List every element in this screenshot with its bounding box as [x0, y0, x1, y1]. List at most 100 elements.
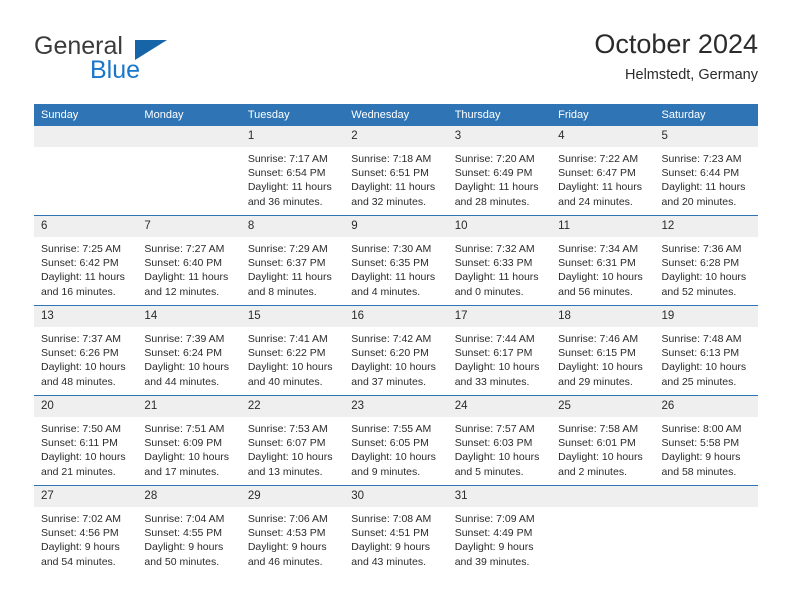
- day-number: 18: [551, 306, 655, 327]
- sunrise-time: Sunrise: 7:37 AM: [41, 333, 121, 345]
- sunset-time: Sunset: 4:55 PM: [144, 527, 223, 540]
- day-number: 2: [344, 126, 448, 147]
- daylight-duration-line2: and 0 minutes.: [454, 285, 524, 298]
- sunset-time: Sunset: 6:51 PM: [351, 167, 429, 180]
- calendar-day-cell[interactable]: 2 Sunrise: 7:18 AM Sunset: 6:51 PM Daylight…: [344, 126, 448, 216]
- calendar-day-cell[interactable]: 18 Sunrise: 7:46 AM Sunset: 6:15 PM Dayligh…: [551, 305, 655, 396]
- day-number: 4: [551, 126, 655, 147]
- day-details: Sunrise: 7:36 AM Sunset: 6:28 PM Daylight:…: [655, 237, 758, 299]
- day-number: 28: [137, 486, 241, 507]
- calendar-day-cell[interactable]: 4 Sunrise: 7:22 AM Sunset: 6:47 PM Daylight…: [551, 126, 655, 216]
- sunset-time: Sunset: 6:13 PM: [661, 347, 740, 360]
- day-number: 29: [240, 486, 345, 507]
- calendar-day-cell[interactable]: 16 Sunrise: 7:42 AM Sunset: 6:20 PM Dayligh…: [344, 305, 448, 396]
- calendar-day-cell[interactable]: 22 Sunrise: 7:53 AM Sunset: 6:07 PM Dayligh…: [240, 395, 345, 486]
- calendar-day-cell[interactable]: 19 Sunrise: 7:48 AM Sunset: 6:13 PM Dayligh…: [654, 305, 758, 396]
- weekday-header-monday: Monday: [137, 104, 241, 126]
- calendar-day-cell[interactable]: 31 Sunrise: 7:09 AM Sunset: 4:49 PM Dayligh…: [447, 485, 552, 575]
- day-number: 22: [240, 396, 345, 417]
- calendar-day-cell[interactable]: 29 Sunrise: 7:06 AM Sunset: 4:53 PM Dayligh…: [240, 485, 345, 575]
- calendar-day-cell[interactable]: 27 Sunrise: 7:02 AM Sunset: 4:56 PM Dayligh…: [34, 485, 138, 575]
- calendar-day-cell[interactable]: 9 Sunrise: 7:30 AM Sunset: 6:35 PM Daylight…: [344, 215, 448, 306]
- calendar-day-cell[interactable]: 1 Sunrise: 7:17 AM Sunset: 6:54 PM Daylight…: [240, 126, 345, 216]
- calendar-page: General Blue October 2024 Helmstedt, Ger…: [0, 0, 792, 612]
- daylight-duration-line2: and 13 minutes.: [247, 465, 323, 478]
- calendar-week-row: 6 Sunrise: 7:25 AM Sunset: 6:42 PM Daylight…: [34, 215, 758, 306]
- daylight-duration-line1: Daylight: 10 hours: [661, 271, 747, 284]
- daylight-duration-line1: Daylight: 9 hours: [661, 451, 741, 464]
- calendar-day-cell[interactable]: 7 Sunrise: 7:27 AM Sunset: 6:40 PM Daylight…: [137, 215, 241, 306]
- calendar-day-cell[interactable]: 15 Sunrise: 7:41 AM Sunset: 6:22 PM Dayligh…: [240, 305, 345, 396]
- sunrise-time: Sunrise: 7:46 AM: [558, 333, 639, 345]
- day-number: 21: [137, 396, 241, 417]
- sunset-time: Sunset: 6:26 PM: [41, 347, 119, 360]
- day-details: Sunrise: 7:30 AM Sunset: 6:35 PM Daylight:…: [344, 237, 447, 299]
- sunset-time: Sunset: 6:35 PM: [351, 257, 429, 270]
- sunset-time: Sunset: 6:37 PM: [247, 257, 326, 270]
- sunrise-time: Sunrise: 7:50 AM: [41, 423, 121, 435]
- daylight-duration-line2: and 24 minutes.: [558, 195, 633, 208]
- weekday-header-saturday: Saturday: [654, 104, 758, 126]
- daylight-duration-line1: Daylight: 11 hours: [41, 271, 125, 284]
- calendar-day-cell[interactable]: 11 Sunrise: 7:34 AM Sunset: 6:31 PM Dayligh…: [551, 215, 655, 306]
- daylight-duration-line2: and 56 minutes.: [558, 285, 633, 298]
- daylight-duration-line1: Daylight: 11 hours: [454, 181, 539, 194]
- calendar-day-cell[interactable]: 30 Sunrise: 7:08 AM Sunset: 4:51 PM Dayligh…: [344, 485, 448, 575]
- daylight-duration-line2: and 44 minutes.: [144, 375, 220, 388]
- calendar-day-cell[interactable]: 21 Sunrise: 7:51 AM Sunset: 6:09 PM Dayligh…: [137, 395, 241, 486]
- daylight-duration-line1: Daylight: 11 hours: [558, 181, 642, 194]
- sunset-time: Sunset: 6:22 PM: [247, 347, 326, 360]
- daylight-duration-line2: and 25 minutes.: [661, 375, 737, 388]
- day-details: Sunrise: 7:32 AM Sunset: 6:33 PM Daylight:…: [448, 237, 551, 299]
- calendar-day-cell[interactable]: 10 Sunrise: 7:32 AM Sunset: 6:33 PM Dayligh…: [447, 215, 552, 306]
- calendar-day-cell[interactable]: 25 Sunrise: 7:58 AM Sunset: 6:01 PM Dayligh…: [551, 395, 655, 486]
- daylight-duration-line1: Daylight: 10 hours: [558, 361, 643, 374]
- sunset-time: Sunset: 4:51 PM: [351, 527, 429, 540]
- calendar-day-cell-empty: [137, 126, 241, 216]
- sunrise-time: Sunrise: 7:44 AM: [454, 333, 535, 345]
- day-details: Sunrise: 7:34 AM Sunset: 6:31 PM Daylight:…: [551, 237, 654, 299]
- day-number: [34, 126, 138, 147]
- calendar-day-cell[interactable]: 13 Sunrise: 7:37 AM Sunset: 6:26 PM Dayligh…: [34, 305, 138, 396]
- day-details: Sunrise: 7:04 AM Sunset: 4:55 PM Daylight:…: [137, 507, 240, 569]
- day-number: [551, 486, 655, 507]
- calendar-day-cell[interactable]: 23 Sunrise: 7:55 AM Sunset: 6:05 PM Dayligh…: [344, 395, 448, 486]
- calendar-day-cell[interactable]: 17 Sunrise: 7:44 AM Sunset: 6:17 PM Dayligh…: [447, 305, 552, 396]
- daylight-duration-line1: Daylight: 9 hours: [454, 541, 534, 554]
- day-number: 7: [137, 216, 241, 237]
- daylight-duration-line2: and 2 minutes.: [558, 465, 627, 478]
- daylight-duration-line1: Daylight: 10 hours: [558, 271, 643, 284]
- sunrise-time: Sunrise: 7:04 AM: [144, 513, 225, 525]
- day-number: 16: [344, 306, 448, 327]
- sunset-time: Sunset: 6:17 PM: [454, 347, 533, 360]
- daylight-duration-line2: and 28 minutes.: [454, 195, 530, 208]
- day-details: Sunrise: 7:41 AM Sunset: 6:22 PM Daylight:…: [241, 327, 344, 389]
- daylight-duration-line2: and 32 minutes.: [351, 195, 426, 208]
- calendar-day-cell[interactable]: 14 Sunrise: 7:39 AM Sunset: 6:24 PM Dayligh…: [137, 305, 241, 396]
- calendar-day-cell[interactable]: 12 Sunrise: 7:36 AM Sunset: 6:28 PM Dayligh…: [654, 215, 758, 306]
- calendar-day-cell[interactable]: 3 Sunrise: 7:20 AM Sunset: 6:49 PM Daylight…: [447, 126, 552, 216]
- general-blue-logo[interactable]: General Blue: [34, 30, 294, 92]
- calendar-day-cell[interactable]: 24 Sunrise: 7:57 AM Sunset: 6:03 PM Dayligh…: [447, 395, 552, 486]
- sunrise-time: Sunrise: 7:18 AM: [351, 153, 432, 165]
- calendar-day-cell[interactable]: 28 Sunrise: 7:04 AM Sunset: 4:55 PM Dayligh…: [137, 485, 241, 575]
- daylight-duration-line2: and 54 minutes.: [41, 555, 116, 568]
- calendar-day-cell[interactable]: 26 Sunrise: 8:00 AM Sunset: 5:58 PM Dayligh…: [654, 395, 758, 486]
- calendar-day-cell[interactable]: 5 Sunrise: 7:23 AM Sunset: 6:44 PM Daylight…: [654, 126, 758, 216]
- day-number: 6: [34, 216, 138, 237]
- day-details: Sunrise: 7:37 AM Sunset: 6:26 PM Daylight:…: [34, 327, 137, 389]
- sunset-time: Sunset: 6:03 PM: [454, 437, 533, 450]
- calendar-day-cell-empty: [34, 126, 138, 216]
- calendar-day-cell[interactable]: 8 Sunrise: 7:29 AM Sunset: 6:37 PM Daylight…: [240, 215, 345, 306]
- daylight-duration-line2: and 39 minutes.: [454, 555, 530, 568]
- daylight-duration-line1: Daylight: 11 hours: [144, 271, 229, 284]
- sunset-time: Sunset: 6:11 PM: [41, 437, 118, 450]
- calendar-day-cell[interactable]: 20 Sunrise: 7:50 AM Sunset: 6:11 PM Dayligh…: [34, 395, 138, 486]
- sunrise-time: Sunrise: 8:00 AM: [661, 423, 742, 435]
- daylight-duration-line2: and 9 minutes.: [351, 465, 421, 478]
- day-number: 27: [34, 486, 138, 507]
- weekday-header-tuesday: Tuesday: [240, 104, 345, 126]
- day-details: Sunrise: 7:44 AM Sunset: 6:17 PM Daylight:…: [448, 327, 551, 389]
- calendar-day-cell[interactable]: 6 Sunrise: 7:25 AM Sunset: 6:42 PM Daylight…: [34, 215, 138, 306]
- day-details: Sunrise: 7:29 AM Sunset: 6:37 PM Daylight:…: [241, 237, 344, 299]
